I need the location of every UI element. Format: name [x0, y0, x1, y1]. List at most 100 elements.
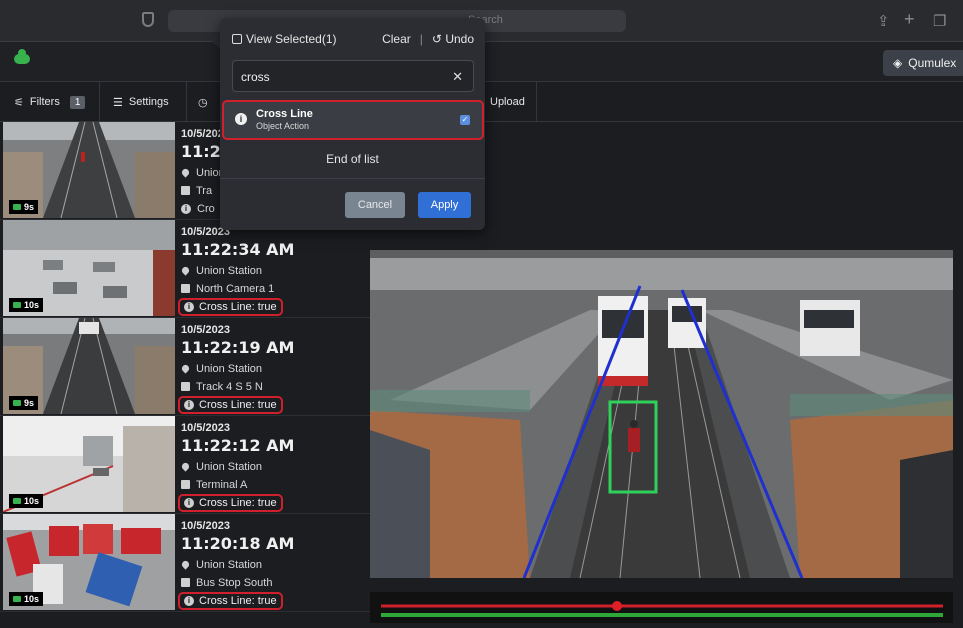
- location-pin-icon: [181, 265, 191, 276]
- new-tab-icon[interactable]: +: [904, 9, 915, 30]
- option-subtitle: Object Action: [256, 121, 310, 131]
- duration-badge: 10s: [9, 298, 44, 312]
- cross-line-tag-highlighted: i Cross Line: true: [178, 298, 283, 316]
- event-info: 10/5/2023 11:22:12 AM Union Station Term…: [178, 422, 366, 512]
- event-thumbnail[interactable]: 10s: [3, 416, 175, 512]
- share-icon[interactable]: ⇪: [877, 12, 890, 30]
- apply-button[interactable]: Apply: [418, 192, 471, 218]
- camera-icon: [181, 186, 190, 195]
- divider: [186, 82, 187, 122]
- brand-button[interactable]: ◈ Qumulex: [883, 50, 963, 76]
- end-of-list-text: End of list: [326, 152, 379, 166]
- event-thumbnail[interactable]: 10s: [3, 220, 175, 316]
- location-pin-icon: [181, 167, 191, 178]
- duration-badge: 10s: [9, 592, 44, 606]
- video-icon: [13, 302, 21, 308]
- filter-icon: ⚟: [14, 96, 24, 109]
- tag-text: Cross Line: true: [199, 399, 277, 411]
- divider: [536, 82, 537, 122]
- video-player[interactable]: [370, 250, 953, 578]
- event-location: Union Station: [181, 460, 366, 473]
- brand-label: Qumulex: [908, 56, 957, 70]
- tag-text: Cross Line: true: [199, 301, 277, 313]
- event-date: 10/5/2023: [181, 422, 230, 434]
- station-camera-frame: [370, 250, 953, 578]
- camera-text: Track 4 S 5 N: [196, 380, 263, 393]
- event-row[interactable]: 9s 10/5/2023 11:22:19 AM Union Station T…: [0, 318, 370, 416]
- camera-text: Terminal A: [196, 478, 248, 491]
- search-value: cross: [241, 70, 270, 84]
- location-text: Union Station: [196, 460, 263, 473]
- clear-button[interactable]: Clear: [382, 32, 411, 46]
- camera-text: North Camera 1: [196, 282, 275, 295]
- duration-text: 10s: [24, 496, 40, 506]
- cloud-icon: [14, 49, 30, 64]
- event-info: 10/5/2023 11:22:19 AM Union Station Trac…: [178, 324, 366, 414]
- video-icon: [13, 400, 21, 406]
- video-icon: [13, 498, 21, 504]
- cancel-button[interactable]: Cancel: [345, 192, 405, 218]
- view-selected-checkbox[interactable]: [232, 34, 242, 44]
- time-button[interactable]: ◷: [198, 82, 208, 122]
- event-date: 10/5/2023: [181, 324, 230, 336]
- duration-text: 10s: [24, 594, 40, 604]
- event-thumbnail[interactable]: 9s: [3, 122, 175, 218]
- event-camera: Terminal A: [181, 478, 366, 491]
- clock-icon: ◷: [198, 96, 208, 109]
- info-icon: i: [235, 113, 247, 125]
- location-pin-icon: [181, 461, 191, 472]
- event-time: 11:22:19 AM: [181, 338, 295, 357]
- location-text: Union Station: [196, 362, 263, 375]
- event-row[interactable]: 10s 10/5/2023 11:20:18 AM Union Station …: [0, 514, 370, 612]
- event-thumbnail[interactable]: 10s: [3, 514, 175, 610]
- undo-label: Undo: [445, 32, 474, 46]
- playback-timeline[interactable]: [370, 592, 953, 623]
- duration-text: 9s: [24, 202, 35, 212]
- timeline-track: [381, 601, 943, 617]
- settings-button[interactable]: ☰ Settings: [113, 82, 169, 122]
- event-time: 11:22:34 AM: [181, 240, 295, 259]
- settings-label: Settings: [128, 96, 169, 108]
- tabs-overview-icon[interactable]: ❐: [933, 12, 946, 30]
- option-title: Cross Line: [256, 108, 313, 120]
- event-info: 10/5/2023 11:22:34 AM Union Station Nort…: [178, 226, 366, 316]
- video-icon: [13, 596, 21, 602]
- duration-badge: 10s: [9, 494, 44, 508]
- duration-text: 10s: [24, 300, 40, 310]
- event-thumbnail[interactable]: 9s: [3, 318, 175, 414]
- cross-line-tag-highlighted: i Cross Line: true: [178, 396, 283, 414]
- event-camera: Bus Stop South: [181, 576, 366, 589]
- event-row[interactable]: 10s 10/5/2023 11:22:34 AM Union Station …: [0, 220, 370, 318]
- option-checkbox-checked[interactable]: ✓: [460, 115, 470, 125]
- duration-text: 9s: [24, 398, 35, 408]
- camera-icon: [181, 284, 190, 293]
- video-icon: [13, 204, 21, 210]
- info-icon: i: [184, 400, 194, 410]
- event-time: 11:20:18 AM: [181, 534, 295, 553]
- shield-icon[interactable]: [142, 12, 154, 27]
- tag-text: Cross Line: true: [199, 497, 277, 509]
- event-row[interactable]: 10s 10/5/2023 11:22:12 AM Union Station …: [0, 416, 370, 514]
- camera-icon: [181, 480, 190, 489]
- event-camera: Track 4 S 5 N: [181, 380, 366, 393]
- cross-line-tag-highlighted: i Cross Line: true: [178, 592, 283, 610]
- location-pin-icon: [181, 363, 191, 374]
- duration-badge: 9s: [9, 396, 39, 410]
- filters-button[interactable]: ⚟ Filters 1: [14, 82, 86, 122]
- cross-line-option[interactable]: i Cross Line Object Action ✓: [222, 100, 484, 140]
- sliders-icon: ☰: [113, 96, 123, 109]
- camera-icon: [181, 578, 190, 587]
- filter-popup: View Selected(1) Clear | ↺ Undo cross ✕ …: [220, 18, 485, 230]
- event-location: Union Station: [181, 264, 366, 277]
- timeline-playhead[interactable]: [612, 601, 622, 611]
- undo-button[interactable]: ↺ Undo: [432, 32, 474, 46]
- event-location: Union Station: [181, 558, 366, 571]
- clear-search-icon[interactable]: ✕: [452, 69, 463, 85]
- location-pin-icon: [181, 559, 191, 570]
- view-selected-label[interactable]: View Selected(1): [246, 32, 337, 46]
- upload-button[interactable]: Upload: [490, 82, 525, 122]
- filter-search-input[interactable]: cross ✕: [232, 60, 474, 92]
- undo-icon: ↺: [431, 32, 442, 46]
- tag-text: Cro: [197, 202, 215, 215]
- info-icon: i: [184, 302, 194, 312]
